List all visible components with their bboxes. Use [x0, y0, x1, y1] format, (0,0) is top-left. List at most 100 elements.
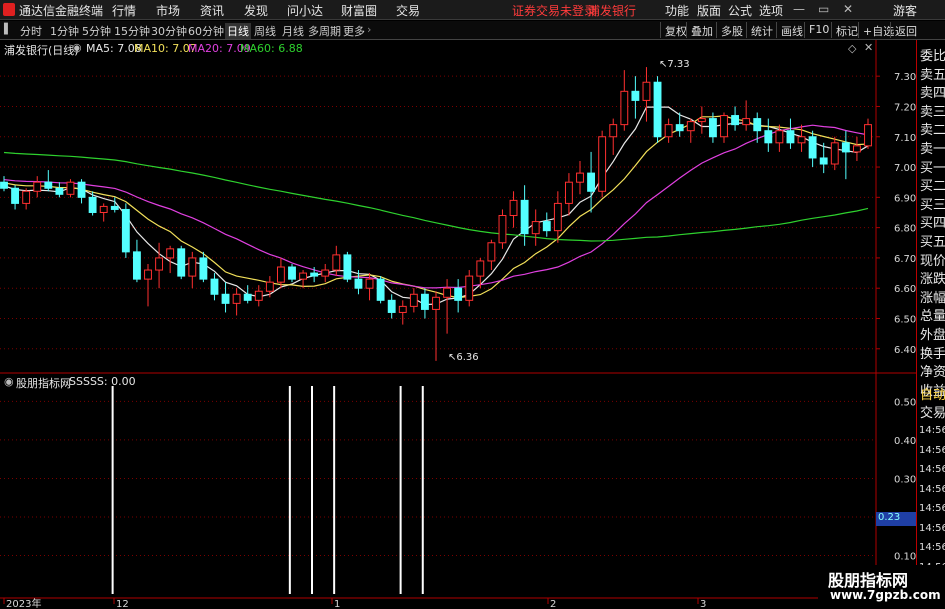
y-tick-label: 7.30	[894, 72, 916, 83]
candle-up	[598, 136, 607, 192]
quote-label: 涨幅	[920, 290, 945, 306]
candle-down	[243, 293, 252, 301]
quote-label: 外盘	[920, 328, 945, 343]
candle-up	[166, 248, 175, 259]
candle-down	[199, 257, 208, 280]
trade-time: 14:56	[919, 483, 945, 495]
chart-title: 浦发银行(日线)	[4, 44, 79, 57]
trade-time: 14:56	[919, 464, 945, 475]
candle-up	[409, 293, 418, 307]
quote-label: 买五	[920, 235, 945, 250]
watermark: 股朋指标网 www.7gpzb.com	[818, 565, 945, 609]
indicator-title: 股朋指标网	[16, 377, 71, 390]
candle-down	[808, 136, 817, 159]
candle-up	[299, 272, 308, 280]
candle-down	[221, 293, 230, 304]
candle-up	[830, 142, 839, 165]
quote-label: 总量	[920, 309, 945, 325]
candle-up	[686, 121, 695, 132]
candle-up	[742, 118, 751, 126]
candle-down	[0, 181, 8, 189]
candle-up	[332, 254, 341, 271]
candle-up	[22, 190, 31, 204]
candle-up	[864, 124, 872, 147]
y-tick-label: 6.50	[894, 315, 916, 326]
candle-down	[420, 293, 429, 310]
indicator-settings-icon[interactable]: ◉	[4, 375, 14, 388]
y-tick-label: 6.70	[894, 254, 916, 265]
candle-down	[819, 157, 828, 165]
candle-up	[697, 118, 706, 123]
candle-up	[797, 136, 806, 144]
candle-up	[531, 221, 540, 235]
candle-down	[542, 221, 551, 232]
candle-down	[44, 181, 53, 189]
candle-down	[653, 81, 662, 138]
quote-label: 买三	[920, 197, 945, 213]
quote-label: 买四	[920, 216, 945, 232]
candle-down	[753, 118, 762, 132]
x-tick-label: 2023年	[6, 597, 41, 609]
candle-down	[88, 196, 97, 213]
x-tick-label: 2	[550, 599, 556, 609]
quote-label: 净资	[920, 365, 945, 381]
x-tick-label: 12	[116, 599, 129, 609]
candle-up	[564, 181, 573, 204]
candle-up	[398, 305, 407, 313]
candle-up	[188, 257, 197, 277]
quote-label: 换手	[920, 346, 945, 362]
candle-up	[321, 269, 330, 277]
kline-chart[interactable]: 7.30 7.20 7.10 7.00 6.90 6.80 6.70 6.60 6.50 6.40…	[0, 0, 945, 609]
candle-up	[144, 269, 152, 280]
quote-label: 委比	[920, 49, 945, 64]
y-tick-label: 7.00	[894, 163, 916, 174]
candle-down	[675, 124, 684, 132]
auto-label[interactable]: 自动	[920, 384, 945, 403]
candle-down	[210, 278, 219, 295]
candle-up	[775, 130, 784, 144]
candle-up	[33, 181, 42, 192]
candle-down	[177, 248, 186, 277]
y-tick-label: 6.60	[894, 284, 916, 295]
trade-time: 14:56	[919, 425, 945, 436]
sub-y-tick-label: 0.40	[894, 436, 916, 447]
watermark-url: www.7gpzb.com	[830, 588, 941, 602]
chart-options-icon[interactable]: ◇	[848, 42, 856, 55]
candle-up	[620, 90, 629, 126]
y-tick-label: 6.90	[894, 193, 916, 204]
x-tick-label: 1	[334, 599, 340, 609]
candle-down	[288, 266, 296, 280]
candle-down	[310, 272, 319, 277]
trade-label[interactable]: 交易	[920, 402, 945, 421]
candle-up	[664, 124, 673, 138]
chart-close-icon[interactable]: ✕	[864, 41, 873, 54]
quote-label: 卖一	[920, 142, 945, 157]
quote-label: 现价	[920, 253, 945, 269]
sub-y-tick-label: 0.50	[894, 397, 916, 408]
high-price-label: ↖7.33	[659, 59, 690, 70]
candle-down	[387, 299, 396, 313]
y-tick-label: 6.40	[894, 345, 916, 356]
trade-time: 14:56	[919, 503, 945, 514]
candle-up	[498, 215, 507, 244]
sub-y-tick-label: 0.10	[894, 551, 916, 562]
candle-up	[487, 242, 496, 262]
quote-label: 卖三	[920, 104, 945, 120]
candle-up	[443, 287, 452, 298]
candle-down	[841, 142, 850, 153]
quote-label: 涨跌	[920, 272, 945, 288]
trade-time: 14:56	[919, 444, 945, 456]
quote-label: 卖四	[920, 86, 945, 102]
candle-down	[121, 208, 130, 253]
candle-up	[720, 115, 728, 138]
candle-down	[786, 130, 795, 144]
candle-up	[642, 81, 651, 101]
candle-up	[476, 260, 485, 277]
quote-label: 卖二	[920, 123, 945, 139]
chart-settings-icon[interactable]: ◉	[72, 41, 82, 54]
candle-down	[11, 187, 20, 204]
candle-down	[520, 199, 529, 235]
candle-up	[576, 172, 584, 183]
candle-down	[354, 278, 363, 289]
candle-up	[609, 124, 618, 138]
